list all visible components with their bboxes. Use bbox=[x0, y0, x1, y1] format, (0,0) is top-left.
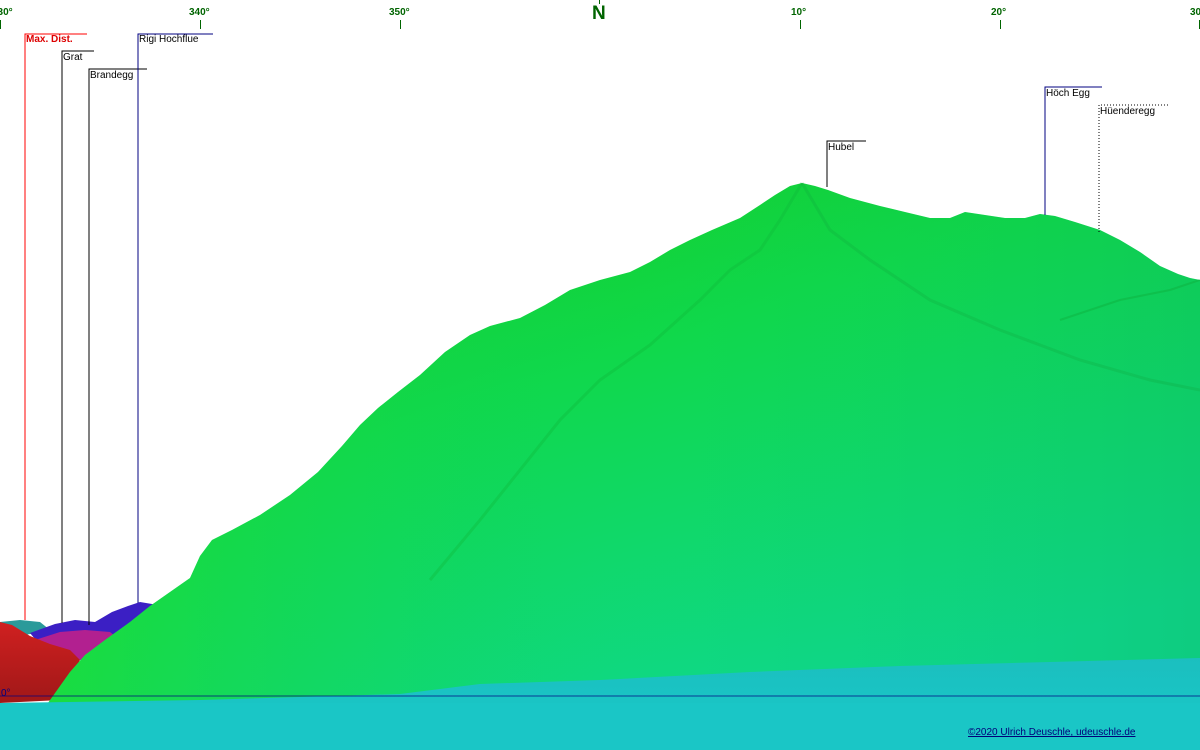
tick-mark-north bbox=[599, 0, 600, 4]
terrain-rendering bbox=[0, 33, 1200, 750]
peak-line-max-dist bbox=[24, 33, 87, 620]
tick-label-350: 350° bbox=[389, 7, 410, 18]
peak-line-rigi-hochflue bbox=[137, 33, 213, 603]
panorama-view: 330° 340° 350° N 10° 20° 30° Max. Dist. … bbox=[0, 0, 1200, 750]
tick-label-30: 30° bbox=[1190, 7, 1200, 18]
tick-mark-10 bbox=[800, 20, 801, 29]
peak-label-hoech-egg[interactable]: Höch Egg bbox=[1045, 88, 1090, 100]
copyright-link[interactable]: ©2020 Ulrich Deuschle, udeuschle.de bbox=[968, 727, 1135, 738]
tick-label-330: 330° bbox=[0, 7, 13, 18]
peak-label-hubel[interactable]: Hubel bbox=[827, 142, 854, 154]
peak-label-grat[interactable]: Grat bbox=[62, 52, 82, 64]
tick-mark-20 bbox=[1000, 20, 1001, 29]
peak-line-hoech-egg bbox=[1044, 86, 1102, 215]
peak-label-hueenderegg[interactable]: Hüenderegg bbox=[1099, 106, 1155, 118]
tick-label-20: 20° bbox=[991, 7, 1007, 18]
peak-label-brandegg[interactable]: Brandegg bbox=[89, 70, 133, 82]
tick-label-340: 340° bbox=[189, 7, 210, 18]
north-label: N bbox=[592, 3, 606, 24]
peak-line-hueenderegg bbox=[1098, 104, 1170, 232]
tick-mark-330 bbox=[0, 20, 1, 29]
tick-label-10: 10° bbox=[791, 7, 807, 18]
peak-label-max-dist[interactable]: Max. Dist. bbox=[25, 34, 73, 46]
tick-mark-350 bbox=[400, 20, 401, 29]
horizon-degree-label: 0° bbox=[1, 688, 11, 699]
peak-label-rigi-hochflue[interactable]: Rigi Hochflue bbox=[138, 34, 198, 46]
tick-mark-340 bbox=[200, 20, 201, 29]
